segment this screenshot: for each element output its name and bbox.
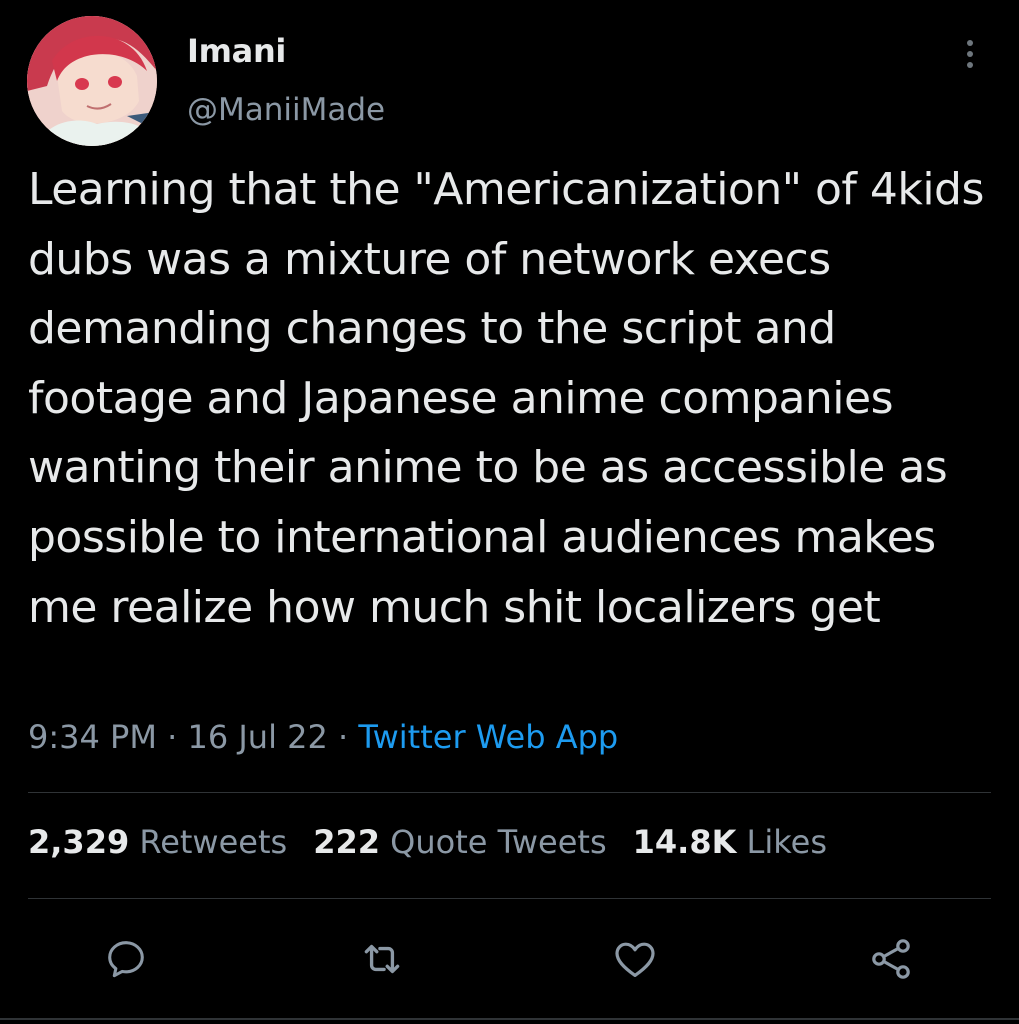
share-button[interactable] bbox=[866, 934, 916, 984]
reply-button[interactable] bbox=[101, 934, 151, 984]
retweets-label: Retweets bbox=[139, 823, 288, 861]
meta-separator: · bbox=[338, 718, 349, 756]
author-handle[interactable]: @ManiiMade bbox=[187, 92, 385, 128]
retweets-stat[interactable]: 2,329 Retweets bbox=[28, 823, 287, 861]
more-options-icon[interactable] bbox=[955, 36, 985, 72]
author-name[interactable]: Imani bbox=[187, 32, 286, 70]
tweet-meta: 9:34 PM · 16 Jul 22 · Twitter Web App bbox=[28, 718, 618, 756]
reply-icon bbox=[108, 941, 144, 978]
share-icon bbox=[872, 939, 910, 979]
likes-count: 14.8K bbox=[632, 823, 737, 861]
retweet-button[interactable] bbox=[357, 934, 407, 984]
meta-separator: · bbox=[167, 718, 178, 756]
like-button[interactable] bbox=[610, 934, 660, 984]
divider bbox=[28, 792, 991, 793]
likes-stat[interactable]: 14.8K Likes bbox=[633, 823, 827, 861]
tweet-text: Learning that the "Americanization" of 4… bbox=[28, 164, 984, 633]
likes-label: Likes bbox=[746, 823, 828, 861]
quote-tweets-count: 222 bbox=[313, 823, 380, 861]
dot bbox=[967, 51, 973, 57]
avatar[interactable] bbox=[27, 16, 157, 146]
like-icon bbox=[615, 942, 655, 977]
quote-tweets-label: Quote Tweets bbox=[390, 823, 607, 861]
tweet-source-link[interactable]: Twitter Web App bbox=[358, 718, 618, 756]
retweet-icon bbox=[364, 944, 400, 974]
dot bbox=[967, 62, 973, 68]
divider bbox=[28, 898, 991, 899]
tweet-time[interactable]: 9:34 PM bbox=[28, 718, 157, 756]
tweet-stats: 2,329 Retweets 222 Quote Tweets 14.8K Like… bbox=[28, 823, 827, 861]
bottom-border bbox=[0, 1018, 1019, 1020]
anime-character-avatar-icon bbox=[27, 16, 157, 146]
tweet-date[interactable]: 16 Jul 22 bbox=[187, 718, 327, 756]
dot bbox=[967, 40, 973, 46]
quote-tweets-stat[interactable]: 222 Quote Tweets bbox=[313, 823, 606, 861]
retweets-count: 2,329 bbox=[28, 823, 130, 861]
